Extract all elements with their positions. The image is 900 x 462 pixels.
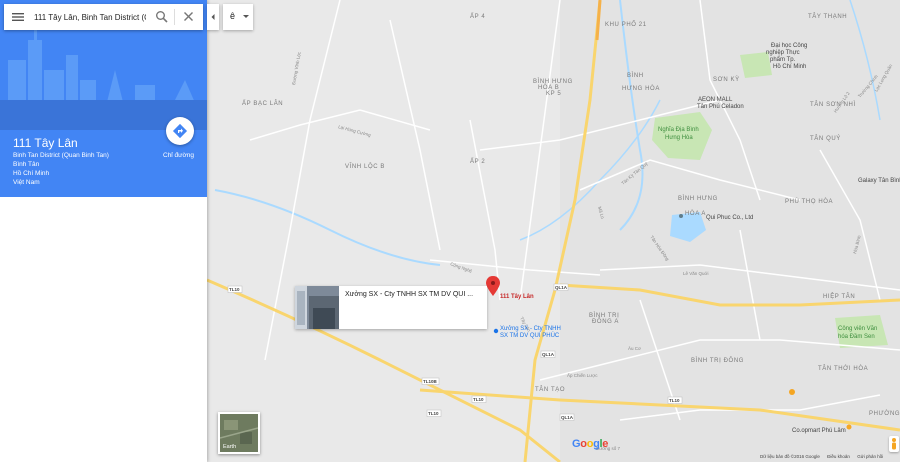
place-photo: [295, 286, 339, 329]
map-label-area: TÂN TẠO: [535, 386, 565, 393]
chevron-down-icon: [243, 15, 249, 18]
map-label-park[interactable]: Công viên Văn: [838, 326, 877, 332]
map-label-area: PHƯỜNG 1: [869, 410, 900, 417]
place-card[interactable]: Xưởng SX - Cty TNHH SX TM DV QUI ...: [295, 286, 487, 329]
map-label-road: Ấp Chiến Lược: [567, 372, 598, 378]
pin-label: 111 Tây Lân: [500, 294, 534, 300]
close-icon[interactable]: [182, 10, 195, 23]
map-label-area: BÌNH TRỊ: [589, 312, 619, 319]
map-label-place[interactable]: Qui Phuc Co., Ltd: [706, 215, 753, 221]
pegman-figure: [892, 438, 896, 450]
terms-link[interactable]: Điều khoản: [827, 454, 850, 459]
map-label-area: TÂN THỚI HÒA: [818, 365, 868, 372]
place-panel: 111 Tây Lân Binh Tan District (Quan Binh…: [0, 0, 207, 462]
poi-marker[interactable]: [846, 424, 852, 430]
directions-button[interactable]: [166, 117, 194, 145]
map-label-shield: TL10: [473, 397, 484, 402]
map-label-area: TÂY THẠNH: [808, 13, 847, 20]
map-label-area: KP 5: [546, 91, 561, 97]
directions-label: Chỉ đường: [163, 152, 195, 159]
map-label-area: HÒA B: [538, 84, 559, 91]
map-label-shield: QL1A: [555, 285, 568, 290]
map-label-shield: TL10B: [423, 379, 438, 384]
search-icon[interactable]: [155, 10, 168, 23]
map-label-shield: QL1A: [561, 415, 574, 420]
map-label-place[interactable]: Galaxy Tân Bình: [858, 178, 900, 184]
input-tool-value: ê: [230, 11, 236, 21]
map-label-area: HÒA A: [685, 210, 706, 217]
chevron-left-icon: [211, 14, 215, 20]
map-label-area: SƠN KỲ: [713, 76, 740, 83]
place-title: 111 Tây Lân: [13, 136, 78, 150]
search-box: [4, 4, 203, 30]
search-input[interactable]: [34, 9, 146, 25]
address-line: Hồ Chí Minh: [13, 170, 50, 177]
map-label-area: HƯNG HÒA: [622, 85, 660, 92]
map-label-area: BÌNH TRỊ ĐÔNG: [691, 357, 744, 364]
map-label-park[interactable]: Nghĩa Địa Bình: [658, 127, 699, 133]
address-line: Bình Tân: [13, 161, 40, 168]
earth-label: Earth: [223, 444, 237, 450]
map-label-area: HIỆP TÂN: [823, 292, 855, 300]
map-label-area: BÌNH HƯNG: [533, 78, 573, 85]
map-footer: Dữ liệu bản đồ ©2016 Google Điều khoản G…: [760, 454, 889, 459]
map-label-place[interactable]: nghiệp Thực: [766, 50, 800, 56]
map-label-shield: TL10: [428, 411, 439, 416]
map-label-area: ẤP 4: [470, 13, 485, 20]
map-label-area: ẤP 2: [470, 158, 485, 165]
map-label-area: KHU PHỐ 21: [605, 21, 647, 28]
map-label-road: Âu Cơ: [628, 345, 641, 351]
poi-marker[interactable]: [493, 328, 499, 334]
map-label-place[interactable]: AEON MALL: [698, 97, 733, 103]
input-tool-select[interactable]: ê: [223, 4, 253, 30]
map-data-credit: Dữ liệu bản đồ ©2016 Google: [760, 454, 820, 459]
map-label-area: VĨNH LỘC B: [345, 163, 385, 170]
collapse-panel-button[interactable]: [207, 4, 219, 30]
map-label-area: TÂN QUÝ: [810, 135, 841, 142]
divider: [174, 9, 175, 25]
map-label-place[interactable]: Co.opmart Phú Lâm: [792, 428, 846, 434]
google-logo: Google: [572, 438, 609, 450]
feedback-link[interactable]: Gửi phản hồi: [857, 454, 883, 459]
map-label-area: ĐÔNG A: [592, 318, 619, 325]
map-label-place[interactable]: Hồ Chí Minh: [773, 64, 806, 70]
map-label-place[interactable]: Tân Phú Celadon: [697, 104, 744, 110]
map-label-place[interactable]: Đại học Công: [771, 43, 807, 49]
map-label-park[interactable]: hóa Đầm Sen: [838, 334, 875, 340]
map-label-road: Lê Văn Quới: [683, 271, 708, 276]
map-label-place[interactable]: phẩm Tp.: [770, 56, 796, 63]
address-line: Binh Tan District (Quan Binh Tan): [13, 152, 109, 159]
place-card-title: Xưởng SX - Cty TNHH SX TM DV QUI ...: [345, 291, 474, 298]
map-label-area: BÌNH HƯNG: [678, 195, 718, 202]
earth-view-toggle[interactable]: Earth: [218, 412, 260, 454]
map-label-park[interactable]: Hưng Hòa: [665, 135, 693, 141]
map-label-shield: TL10: [229, 287, 240, 292]
directions-icon: [172, 123, 188, 139]
address-line: Việt Nam: [13, 179, 40, 186]
map-label-area: TÂN SƠN NHÌ: [810, 101, 856, 108]
poi-marker[interactable]: [679, 214, 683, 218]
map-label-area: BÌNH: [627, 72, 644, 79]
map-label-area: PHÚ THỌ HÒA: [785, 198, 833, 205]
street-view-pegman-icon[interactable]: [889, 436, 899, 452]
poi-star-icon[interactable]: [789, 389, 795, 395]
map-label-shield: QL1A: [542, 352, 555, 357]
map-label-area: ẤP BẠC LÂN: [242, 100, 283, 107]
map-label-shield: TL10: [669, 398, 680, 403]
menu-icon[interactable]: [11, 10, 25, 24]
